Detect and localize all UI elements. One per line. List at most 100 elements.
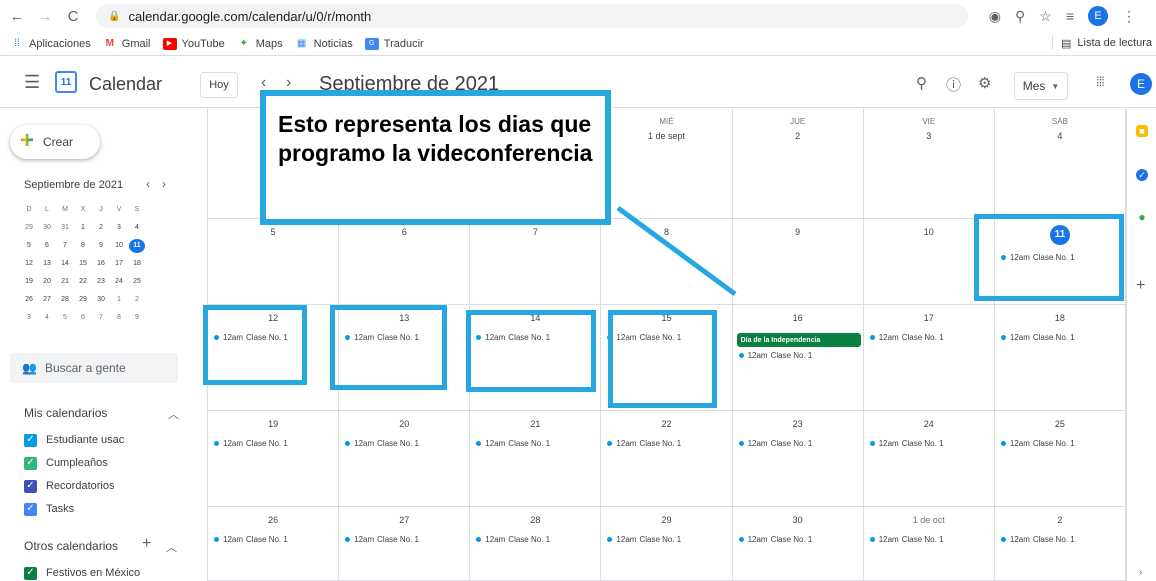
- reading-list-button[interactable]: ▤ Lista de lectura: [1051, 36, 1152, 50]
- day-cell[interactable]: 2 12am Clase No. 1: [994, 507, 1126, 581]
- people-search[interactable]: 👥 Buscar a gente: [10, 353, 178, 383]
- mini-day[interactable]: 21: [56, 275, 74, 289]
- mini-day[interactable]: 2: [128, 293, 146, 307]
- day-number[interactable]: 30: [733, 515, 863, 525]
- day-number[interactable]: 7: [470, 227, 600, 237]
- day-number[interactable]: 17: [864, 313, 994, 323]
- mini-next-icon[interactable]: ›: [162, 177, 166, 191]
- day-number[interactable]: 6: [339, 227, 469, 237]
- maps-pin-icon[interactable]: ●: [1136, 210, 1148, 224]
- extension-icon[interactable]: ◉: [989, 8, 1001, 25]
- day-cell[interactable]: 18 12am Clase No. 1: [994, 305, 1126, 411]
- mini-day[interactable]: 20: [38, 275, 56, 289]
- day-cell[interactable]: VIE 3: [863, 109, 995, 219]
- event-chip[interactable]: 12am Clase No. 1: [869, 535, 944, 544]
- checkbox-icon[interactable]: ✓: [24, 479, 37, 493]
- bookmark-gmail[interactable]: M Gmail: [103, 38, 151, 50]
- mini-day[interactable]: 10: [110, 239, 128, 253]
- mini-day[interactable]: 18: [128, 257, 146, 271]
- mini-day[interactable]: 30: [92, 293, 110, 307]
- mini-day[interactable]: 28: [56, 293, 74, 307]
- mini-day[interactable]: 13: [38, 257, 56, 271]
- day-cell[interactable]: 29 12am Clase No. 1: [601, 507, 733, 581]
- day-cell[interactable]: MIÉ 1 de sept: [601, 109, 733, 219]
- mini-day[interactable]: 22: [74, 275, 92, 289]
- day-cell[interactable]: 26 12am Clase No. 1: [208, 507, 340, 581]
- mini-day[interactable]: 15: [74, 257, 92, 271]
- day-cell[interactable]: 7: [470, 219, 602, 305]
- search-icon[interactable]: ⚲: [916, 74, 927, 92]
- day-number[interactable]: 19: [208, 419, 338, 429]
- day-number[interactable]: 2: [995, 515, 1125, 525]
- day-cell[interactable]: 30 12am Clase No. 1: [732, 507, 864, 581]
- chevron-up-icon[interactable]: ︿: [168, 406, 179, 422]
- day-number[interactable]: 21: [470, 419, 600, 429]
- mini-day[interactable]: 3: [110, 221, 128, 235]
- profile-avatar[interactable]: E: [1088, 6, 1108, 26]
- mini-day[interactable]: 7: [92, 311, 110, 325]
- day-number[interactable]: 4: [995, 131, 1125, 141]
- event-chip[interactable]: 12am Clase No. 1: [869, 333, 944, 342]
- forward-arrow-icon[interactable]: →: [34, 8, 56, 25]
- event-chip[interactable]: 12am Clase No. 1: [1000, 535, 1075, 544]
- day-cell[interactable]: 16 Día de la Independencia 12am Clase No. 1: [732, 305, 864, 411]
- day-cell[interactable]: 5: [208, 219, 340, 305]
- mini-day[interactable]: 7: [56, 239, 74, 253]
- settings-gear-icon[interactable]: ⚙: [978, 74, 991, 92]
- mini-day[interactable]: 25: [128, 275, 146, 289]
- checkbox-icon[interactable]: ✓: [24, 433, 37, 447]
- tasks-icon[interactable]: ✓: [1136, 169, 1148, 181]
- event-chip[interactable]: 12am Clase No. 1: [607, 439, 681, 448]
- zoom-icon[interactable]: ⚲: [1015, 8, 1025, 25]
- checkbox-icon[interactable]: ✓: [24, 566, 37, 580]
- mini-day[interactable]: 8: [110, 311, 128, 325]
- checkbox-icon[interactable]: ✓: [24, 456, 37, 470]
- mini-prev-icon[interactable]: ‹: [146, 177, 150, 191]
- mini-day[interactable]: 9: [92, 239, 110, 253]
- view-selector[interactable]: Mes ▼: [1014, 72, 1068, 100]
- day-number[interactable]: 18: [995, 313, 1125, 323]
- day-number[interactable]: 9: [733, 227, 863, 237]
- back-arrow-icon[interactable]: ←: [6, 8, 28, 25]
- day-number[interactable]: 23: [733, 419, 863, 429]
- my-calendars-title[interactable]: Mis calendarios: [24, 406, 107, 420]
- day-number[interactable]: 22: [601, 419, 731, 429]
- star-icon[interactable]: ☆: [1039, 8, 1052, 25]
- day-cell[interactable]: JUE 2: [732, 109, 864, 219]
- mini-day[interactable]: 6: [38, 239, 56, 253]
- chevron-up-icon[interactable]: ︿: [166, 539, 177, 555]
- day-number[interactable]: 20: [339, 419, 469, 429]
- playlist-icon[interactable]: ≡: [1066, 8, 1074, 24]
- mini-day[interactable]: 6: [74, 311, 92, 325]
- event-chip[interactable]: 12am Clase No. 1: [476, 535, 550, 544]
- mini-day[interactable]: 1: [74, 221, 92, 235]
- my-calendar-item[interactable]: ✓ Recordatorios: [24, 478, 114, 494]
- mini-day[interactable]: 8: [74, 239, 92, 253]
- event-chip[interactable]: 12am Clase No. 1: [607, 535, 681, 544]
- mini-day[interactable]: 24: [110, 275, 128, 289]
- add-addon-icon[interactable]: +: [1136, 277, 1145, 295]
- day-number[interactable]: 5: [208, 227, 338, 237]
- mini-day[interactable]: 30: [38, 221, 56, 235]
- bookmark-translate[interactable]: G Traducir: [364, 37, 424, 50]
- day-cell[interactable]: 20 12am Clase No. 1: [339, 411, 471, 507]
- other-calendar-item[interactable]: ✓ Festivos en México: [24, 565, 140, 581]
- checkbox-icon[interactable]: ✓: [24, 502, 37, 516]
- event-chip[interactable]: 12am Clase No. 1: [738, 439, 812, 448]
- day-number[interactable]: 8: [601, 227, 731, 237]
- address-bar[interactable]: 🔒 calendar.google.com/calendar/u/0/r/mon…: [96, 4, 968, 28]
- day-number[interactable]: 16: [733, 313, 863, 323]
- day-cell[interactable]: 24 12am Clase No. 1: [863, 411, 995, 507]
- bookmark-youtube[interactable]: ▶ YouTube: [162, 37, 225, 50]
- help-icon[interactable]: ⓘ: [946, 74, 961, 95]
- event-chip[interactable]: 12am Clase No. 1: [476, 439, 550, 448]
- mini-day[interactable]: 4: [38, 311, 56, 325]
- mini-day[interactable]: 9: [128, 311, 146, 325]
- main-menu-icon[interactable]: ☰: [24, 72, 40, 93]
- day-number[interactable]: 24: [864, 419, 994, 429]
- mini-day[interactable]: 4: [128, 221, 146, 235]
- other-calendars-title[interactable]: Otros calendarios: [24, 539, 118, 553]
- day-cell[interactable]: 17 12am Clase No. 1: [863, 305, 995, 411]
- day-cell[interactable]: 23 12am Clase No. 1: [732, 411, 864, 507]
- day-number[interactable]: 29: [601, 515, 731, 525]
